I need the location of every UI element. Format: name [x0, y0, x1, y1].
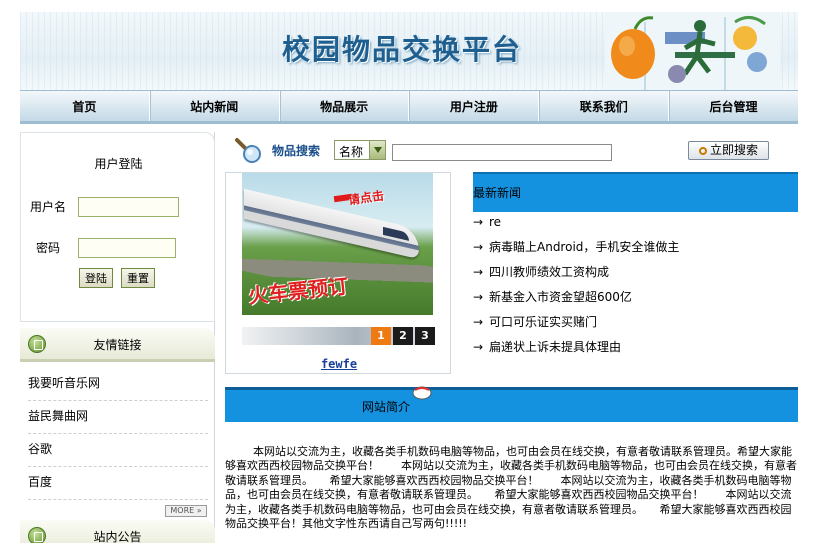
friend-link[interactable]: 益民舞曲网 — [28, 401, 208, 434]
arrow-right-icon: → — [473, 265, 484, 279]
news-item[interactable]: → 可口可乐证实买赌门 — [473, 310, 798, 335]
search-button-label: 立即搜索 — [709, 143, 758, 157]
chevron-down-icon — [369, 141, 385, 159]
search-bar: 物品搜索 名称 立即搜索 — [225, 132, 798, 168]
nav-contact[interactable]: 联系我们 — [539, 91, 670, 121]
notice-section-title: 站内公告 — [93, 530, 142, 543]
banner-illustration — [605, 12, 780, 90]
username-label: 用户名 — [30, 200, 67, 214]
product-caption-link[interactable]: fewfe — [226, 357, 452, 371]
arrow-right-icon: → — [473, 240, 484, 254]
search-button[interactable]: 立即搜索 — [688, 141, 769, 160]
nav-products[interactable]: 物品展示 — [280, 91, 410, 121]
nav-admin[interactable]: 后台管理 — [669, 91, 798, 121]
site-title: 校园物品交换平台 — [282, 33, 523, 66]
username-input[interactable] — [78, 197, 179, 217]
slide-page-button[interactable]: 2 — [393, 327, 413, 345]
search-field-value: 名称 — [339, 145, 364, 159]
arrow-right-icon: → — [473, 315, 484, 329]
mouse-icon — [412, 386, 432, 400]
product-showcase: 请点击 火车票预订 1 2 3 fewfe — [225, 172, 451, 374]
news-item[interactable]: → 病毒瞄上Android，手机安全谁做主 — [473, 235, 798, 260]
password-input[interactable] — [78, 238, 176, 258]
friend-link[interactable]: 百度 — [28, 467, 208, 500]
links-section-header: 友情链接 — [20, 328, 215, 362]
links-section-title: 友情链接 — [93, 338, 142, 352]
friend-link[interactable]: 我要听音乐网 — [28, 368, 208, 401]
left-sidebar: 用户登陆 用户名 密码 登陆 重置 友情链接 我要听音乐网 益民舞曲网 谷歌 百… — [20, 132, 215, 543]
slide-page-button[interactable]: 1 — [371, 327, 391, 345]
slideshow-pager: 1 2 3 — [369, 327, 435, 345]
search-icon — [698, 147, 707, 155]
arrow-right-icon: → — [473, 340, 484, 354]
reset-button[interactable]: 重置 — [121, 268, 155, 288]
password-label: 密码 — [36, 241, 61, 255]
login-panel: 用户登陆 用户名 密码 登陆 重置 — [20, 132, 215, 322]
intro-header: 网站简介 — [225, 386, 798, 422]
news-item[interactable]: → re — [473, 210, 798, 235]
nav-home[interactable]: 首页 — [20, 91, 150, 121]
nav-register[interactable]: 用户注册 — [409, 91, 540, 121]
more-links-button[interactable]: MORE » — [165, 505, 207, 517]
magnifier-icon — [235, 138, 261, 163]
login-button[interactable]: 登陆 — [79, 268, 113, 288]
arrow-right-icon: → — [473, 215, 484, 229]
header-banner: 校园物品交换平台 — [20, 12, 798, 90]
search-input[interactable] — [392, 144, 612, 161]
arrow-right-icon: → — [473, 290, 484, 304]
nav-news[interactable]: 站内新闻 — [150, 91, 280, 121]
search-field-select[interactable]: 名称 — [334, 140, 386, 160]
slide-page-button[interactable]: 3 — [415, 327, 435, 345]
news-item[interactable]: → 新基金入市资金望超600亿 — [473, 285, 798, 310]
intro-text: 本网站以交流为主，收藏各类手机数码电脑等物品，也可由会员在线交换，有意者敬请联系… — [225, 445, 797, 531]
login-title: 用户登陆 — [94, 157, 143, 171]
ad-click-text: 请点击 — [347, 188, 385, 208]
news-item[interactable]: → 四川教师绩效工资构成 — [473, 260, 798, 285]
main-nav: 首页 站内新闻 物品展示 用户注册 联系我们 后台管理 — [20, 90, 798, 124]
friend-link[interactable]: 谷歌 — [28, 434, 208, 467]
news-title: 最新新闻 — [473, 186, 522, 200]
notice-section-header: 站内公告 — [20, 520, 215, 543]
news-header: 最新新闻 — [473, 172, 798, 212]
news-item[interactable]: → 扁递状上诉未提具体理由 — [473, 335, 798, 360]
news-list: → re → 病毒瞄上Android，手机安全谁做主 → 四川教师绩效工资构成 → 新基… — [473, 210, 798, 360]
ad-ticket-text: 火车票预订 — [247, 273, 350, 309]
intro-title: 网站简介 — [362, 400, 411, 414]
product-image[interactable]: 请点击 火车票预订 — [242, 173, 433, 315]
friend-links-list: 我要听音乐网 益民舞曲网 谷歌 百度 — [28, 368, 208, 500]
search-label: 物品搜索 — [272, 144, 321, 158]
